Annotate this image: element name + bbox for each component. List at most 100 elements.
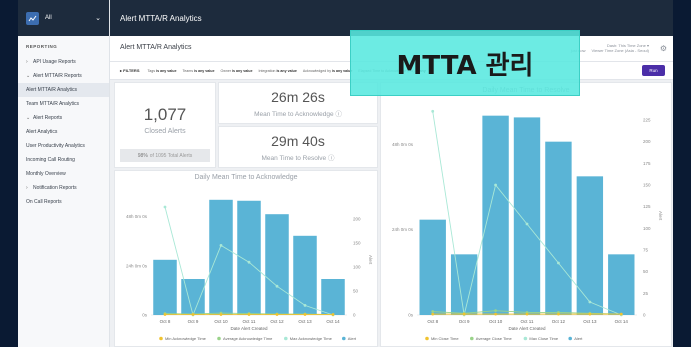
- bar-oct-11: [513, 117, 541, 316]
- x-tick-label: Oct 12: [552, 319, 566, 324]
- filter-name: Owner: [220, 68, 232, 73]
- bar-oct-14: [608, 254, 635, 315]
- y-tick-label-left: 48h 0m 0s: [392, 142, 414, 147]
- filter-tags[interactable]: Tags is any value: [148, 69, 177, 73]
- chevron-right-icon: ›: [26, 59, 28, 65]
- timezone-info[interactable]: Dash: This Time Zone ▾ just nowViewer Ti…: [571, 43, 649, 53]
- chevron-down-icon: ⌄: [26, 115, 31, 121]
- series-point: [163, 313, 167, 316]
- filter-integration[interactable]: Integration is any value: [258, 69, 296, 73]
- legend-label: Min Close Time: [431, 336, 459, 341]
- x-tick-label: Oct 11: [521, 319, 534, 324]
- x-tick-label: Oct 13: [583, 319, 597, 324]
- y-tick-label-right: 150: [643, 183, 651, 188]
- y-tick-label-right: 200: [643, 139, 651, 144]
- filter-value: is any value: [232, 68, 253, 73]
- sidebar-item-label: Team MTTA/R Analytics: [26, 101, 79, 107]
- legend-label: Max Close Time: [529, 336, 558, 341]
- legend-label: Average Close Time: [476, 336, 513, 341]
- series-point: [303, 304, 307, 307]
- legend-swatch: [159, 336, 163, 341]
- sidebar-item-incoming-call-routing[interactable]: Incoming Call Routing: [18, 153, 109, 167]
- sidebar-item-team-mtta-r-analytics[interactable]: Team MTTA/R Analytics: [18, 97, 109, 111]
- bar-oct-14: [321, 279, 345, 315]
- mtta-label: Mean Time to Acknowledge ⓘ: [254, 111, 342, 118]
- legend-swatch: [342, 336, 346, 341]
- sidebar: All ⌄ REPORTING › API Usage Reports ⌄ Alert…: [18, 0, 110, 347]
- chevron-down-icon[interactable]: ⌄: [95, 14, 101, 22]
- sidebar-item-label: Incoming Call Routing: [26, 157, 75, 163]
- legend-swatch: [470, 336, 474, 341]
- mttr-chart-card: Daily Mean Time to Resolve 48h 0m 0s24h …: [380, 82, 672, 347]
- y-tick-label-left: 24h 0m 0s: [392, 227, 414, 232]
- sidebar-item-notification-reports[interactable]: › Notification Reports: [18, 181, 109, 195]
- run-button[interactable]: Run: [642, 65, 665, 76]
- bar-oct-9: [450, 254, 478, 315]
- bar-oct-8: [153, 259, 177, 315]
- y-tick-label-right: 150: [353, 241, 361, 246]
- y-tick-label-right: 0: [353, 313, 356, 318]
- x-tick-label: Oct 9: [188, 319, 199, 324]
- legend-swatch: [217, 336, 221, 341]
- y-tick-label-right: 200: [353, 217, 361, 222]
- sidebar-item-alert-mtta-r-analytics[interactable]: Alert MTTA/R Analytics: [18, 83, 109, 97]
- sidebar-item-alert-reports[interactable]: ⌄ Alert Reports: [18, 111, 109, 125]
- closed-alerts-value: 1,077: [143, 105, 187, 124]
- sidebar-item-label: Alert Reports: [33, 115, 63, 121]
- sidebar-item-user-productivity-analytics[interactable]: User Productivity Analytics: [18, 139, 109, 153]
- closed-alerts-label: Closed Alerts: [144, 128, 186, 135]
- filter-name: Tags: [147, 68, 156, 73]
- sidebar-item-label: Alert MTTA/R Analytics: [26, 87, 78, 93]
- bar-oct-13: [293, 235, 317, 315]
- filter-owner[interactable]: Owner is any value: [220, 69, 252, 73]
- total-alerts-pct: 98%: [137, 152, 148, 159]
- x-tick-label: Oct 14: [326, 319, 340, 324]
- mttr-label: Mean Time to Resolve ⓘ: [261, 155, 335, 162]
- legend-label: Average Acknowledge Time: [223, 336, 273, 341]
- series-point: [191, 313, 195, 316]
- y-tick-label-right: 100: [353, 265, 361, 270]
- legend-label: Min Acknowledge Time: [165, 336, 207, 341]
- filter-acknowledged-by[interactable]: Acknowledged by is any value: [303, 69, 353, 73]
- filter-name: Integration: [258, 68, 276, 73]
- y-tick-label-right: 50: [353, 289, 359, 294]
- legend-label: Alert: [348, 336, 357, 341]
- sidebar-item-alert-analytics[interactable]: Alert Analytics: [18, 125, 109, 139]
- sidebar-item-api-usage-reports[interactable]: › API Usage Reports: [18, 55, 109, 69]
- filter-value: is any value: [194, 68, 215, 73]
- chevron-right-icon: ›: [26, 185, 28, 191]
- legend-swatch: [523, 336, 528, 341]
- series-point: [431, 312, 435, 316]
- sidebar-item-alert-mtta-r-reports[interactable]: ⌄ Alert MTTA/R Reports: [18, 69, 109, 83]
- x-tick-label: Oct 8: [427, 319, 438, 324]
- y-tick-label-right: 0: [643, 313, 646, 318]
- x-tick-label: Oct 12: [270, 319, 284, 324]
- y-tick-label-right: 175: [643, 161, 651, 166]
- mtta-chart: 48h 0m 0s 24h 0m 0s 0s 200 150 100 50 0 Alert Oct…: [126, 199, 373, 341]
- series-point: [303, 313, 307, 316]
- sidebar-item-label: Notification Reports: [33, 185, 77, 191]
- gear-icon[interactable]: ⚙: [660, 44, 667, 53]
- project-switcher[interactable]: All ⌄: [18, 0, 109, 36]
- overlay-caption: MTTA 관리: [350, 30, 580, 96]
- series-point: [331, 313, 335, 316]
- chart-logo-icon: [26, 11, 39, 25]
- mttr-card: 29m 40s Mean Time to Resolve ⓘ: [218, 126, 378, 168]
- x-tick-label: Oct 14: [615, 319, 629, 324]
- bar-oct-10: [482, 115, 509, 316]
- series-point: [525, 222, 529, 226]
- x-tick-label: Oct 8: [160, 319, 171, 324]
- x-tick-label: Oct 13: [298, 319, 312, 324]
- legend-swatch: [284, 336, 288, 341]
- filters-toggle[interactable]: ▸ FILTERS: [120, 68, 140, 73]
- sidebar-item-monthly-overview[interactable]: Monthly Overview: [18, 167, 109, 181]
- filter-name: Teams: [182, 68, 194, 73]
- sidebar-section-reporting: REPORTING: [26, 44, 58, 49]
- y-tick-label-right: 100: [643, 226, 651, 231]
- filter-value: is any value: [156, 68, 177, 73]
- x-axis-label: Date Alert Created: [230, 326, 268, 331]
- legend-label: Alert: [574, 336, 583, 341]
- filter-teams[interactable]: Teams is any value: [182, 69, 214, 73]
- y-tick-label-left: 0s: [142, 313, 148, 318]
- sidebar-item-on-call-reports[interactable]: On Call Reports: [18, 195, 109, 209]
